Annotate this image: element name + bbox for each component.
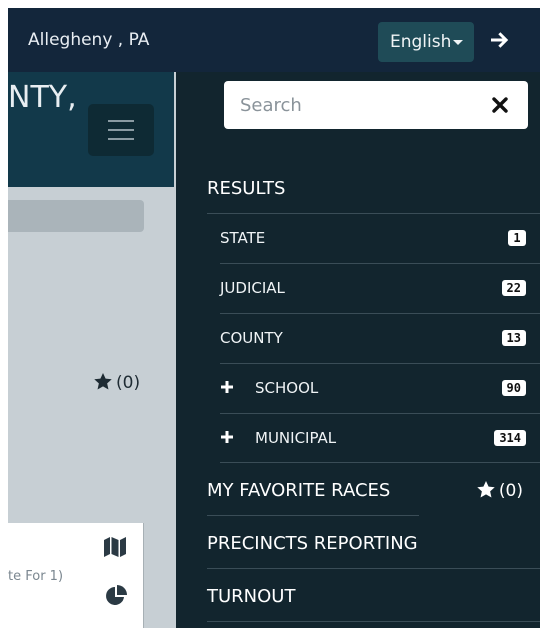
plus-icon[interactable] [220,430,234,444]
caret-down-icon [453,40,463,45]
nav-item-label: JUDICIAL [220,279,285,297]
plus-icon[interactable] [220,380,234,394]
star-icon [477,481,495,498]
arrow-right-icon[interactable] [488,28,512,52]
card-text: te For 1) [8,569,64,584]
left-favorites-count: (0) [116,373,141,393]
nav-item-label: COUNTY [220,329,283,347]
map-icon[interactable] [104,537,126,557]
nav-results[interactable]: RESULTS [207,178,285,199]
close-icon[interactable] [492,97,508,113]
left-favorites[interactable]: (0) [94,373,140,393]
top-bar: Allegheny , PA English [8,8,540,72]
nav-item-state[interactable]: STATE 1 [220,214,540,264]
nav-item-label: STATE [220,229,266,247]
favorites-count-value: (0) [498,481,523,501]
location-title: Allegheny , PA [28,30,150,50]
count-badge: 22 [501,280,526,296]
count-badge: 314 [494,430,526,446]
progress-bar [8,200,144,232]
divider [207,515,419,516]
nav-item-label: SCHOOL [255,379,319,397]
nav-favorite-races[interactable]: MY FAVORITE RACES [207,480,390,501]
divider [207,621,540,622]
pie-chart-icon[interactable] [105,585,127,607]
divider [207,568,540,569]
hamburger-icon[interactable] [88,104,154,156]
search-input[interactable]: Search [240,95,302,116]
count-badge: 1 [508,230,526,246]
favorites-count[interactable]: (0) [477,481,523,501]
language-label: English [390,32,452,52]
language-dropdown[interactable]: English [378,22,474,62]
divider [220,462,540,463]
star-icon [94,373,112,390]
left-header: NTY, [8,72,174,187]
nav-precincts-reporting[interactable]: PRECINCTS REPORTING [207,533,418,554]
count-badge: 13 [501,330,526,346]
nav-turnout[interactable]: TURNOUT [207,586,295,607]
nav-item-school[interactable]: SCHOOL 90 [220,364,540,414]
nav-item-municipal[interactable]: MUNICIPAL 314 [220,414,540,464]
navigation-drawer: Search RESULTS STATE 1 JUDICIAL 22 COUNT… [176,72,540,628]
nav-item-judicial[interactable]: JUDICIAL 22 [220,264,540,314]
count-badge: 90 [501,380,526,396]
background-page: NTY, (0) te For 1) [8,72,176,628]
search-box[interactable]: Search [224,81,528,129]
page-title-fragment: NTY, [8,80,77,115]
race-card[interactable]: te For 1) [8,523,144,628]
nav-item-label: MUNICIPAL [255,429,337,447]
nav-item-county[interactable]: COUNTY 13 [220,314,540,364]
